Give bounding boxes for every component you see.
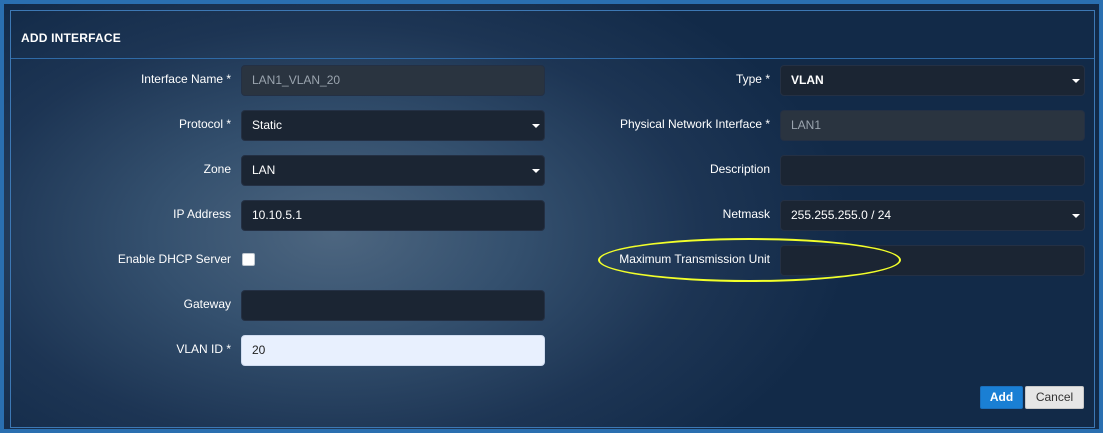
netmask-select[interactable]: 255.255.255.0 / 24: [780, 200, 1085, 231]
caret-down-icon: [1072, 79, 1080, 83]
vlan-id-value: 20: [252, 343, 266, 357]
add-button[interactable]: Add: [980, 386, 1023, 409]
caret-down-icon: [532, 169, 540, 173]
netmask-label: Netmask: [722, 207, 770, 221]
caret-down-icon: [532, 124, 540, 128]
enable-dhcp-checkbox[interactable]: [242, 253, 255, 266]
interface-name-label: Interface Name *: [140, 72, 231, 86]
caret-down-icon: [1072, 214, 1080, 218]
gateway-label: Gateway: [183, 297, 231, 311]
netmask-value: 255.255.255.0 / 24: [791, 208, 892, 222]
interface-name-field[interactable]: LAN1_VLAN_20: [241, 65, 545, 96]
protocol-select[interactable]: Static: [241, 110, 545, 141]
mtu-input[interactable]: [780, 245, 1085, 276]
ip-address-value: 10.10.5.1: [252, 208, 303, 222]
protocol-value: Static: [252, 118, 283, 132]
zone-select[interactable]: LAN: [241, 155, 545, 186]
cancel-button[interactable]: Cancel: [1025, 386, 1084, 409]
physical-interface-value: LAN1: [791, 118, 822, 132]
zone-label: Zone: [203, 162, 231, 176]
gateway-input[interactable]: [241, 290, 545, 321]
physical-interface-field[interactable]: LAN1: [780, 110, 1085, 141]
type-label: Type *: [735, 72, 770, 86]
type-select[interactable]: VLAN: [780, 65, 1085, 96]
ip-address-label: IP Address: [173, 207, 231, 221]
description-label: Description: [709, 162, 770, 176]
enable-dhcp-label: Enable DHCP Server: [117, 252, 231, 266]
page-title: ADD INTERFACE: [21, 31, 121, 45]
type-value: VLAN: [791, 73, 824, 87]
vlan-id-label: VLAN ID *: [176, 342, 231, 356]
vlan-id-input[interactable]: 20: [241, 335, 545, 366]
description-input[interactable]: [780, 155, 1085, 186]
panel-header: ADD INTERFACE: [11, 11, 1094, 59]
mtu-label: Maximum Transmission Unit: [619, 252, 770, 266]
protocol-label: Protocol *: [178, 117, 231, 131]
zone-value: LAN: [252, 163, 276, 177]
interface-name-value: LAN1_VLAN_20: [252, 73, 341, 87]
ip-address-input[interactable]: 10.10.5.1: [241, 200, 545, 231]
physical-interface-label: Physical Network Interface *: [619, 117, 770, 131]
